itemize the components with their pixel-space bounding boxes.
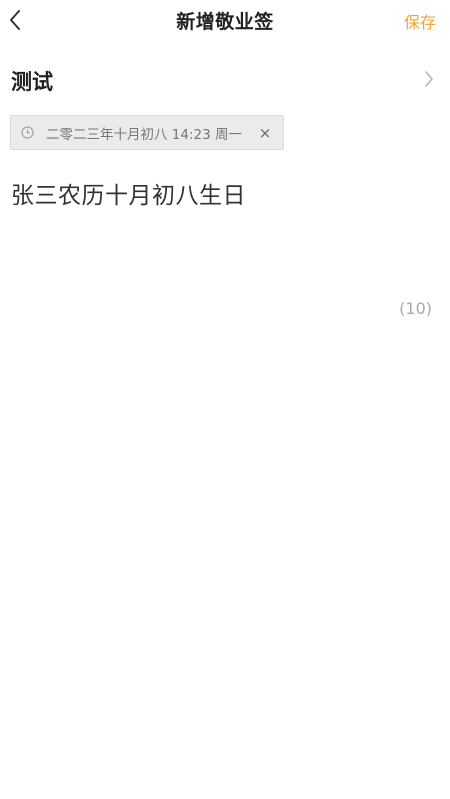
page-title: 新增敬业签 — [176, 11, 274, 33]
remove-reminder-button[interactable]: × — [258, 124, 272, 142]
note-content-input[interactable]: 张三农历十月初八生日 — [11, 176, 439, 210]
header-bar: 新增敬业签 保存 — [0, 0, 450, 40]
character-count: (10) — [399, 299, 432, 318]
category-selector[interactable]: 测试 — [0, 60, 450, 102]
clock-icon — [20, 126, 34, 140]
reminder-chip[interactable]: 二零二三年十月初八 14:23 周一 × — [10, 115, 284, 150]
reminder-datetime: 二零二三年十月初八 14:23 周一 — [46, 126, 242, 143]
chevron-right-icon — [425, 71, 433, 87]
category-label: 测试 — [11, 70, 53, 94]
save-button[interactable]: 保存 — [404, 9, 436, 33]
app-root: 新增敬业签 保存 测试 二零二三年十月初八 14:23 周一 × 张三农历十月初… — [0, 0, 450, 799]
